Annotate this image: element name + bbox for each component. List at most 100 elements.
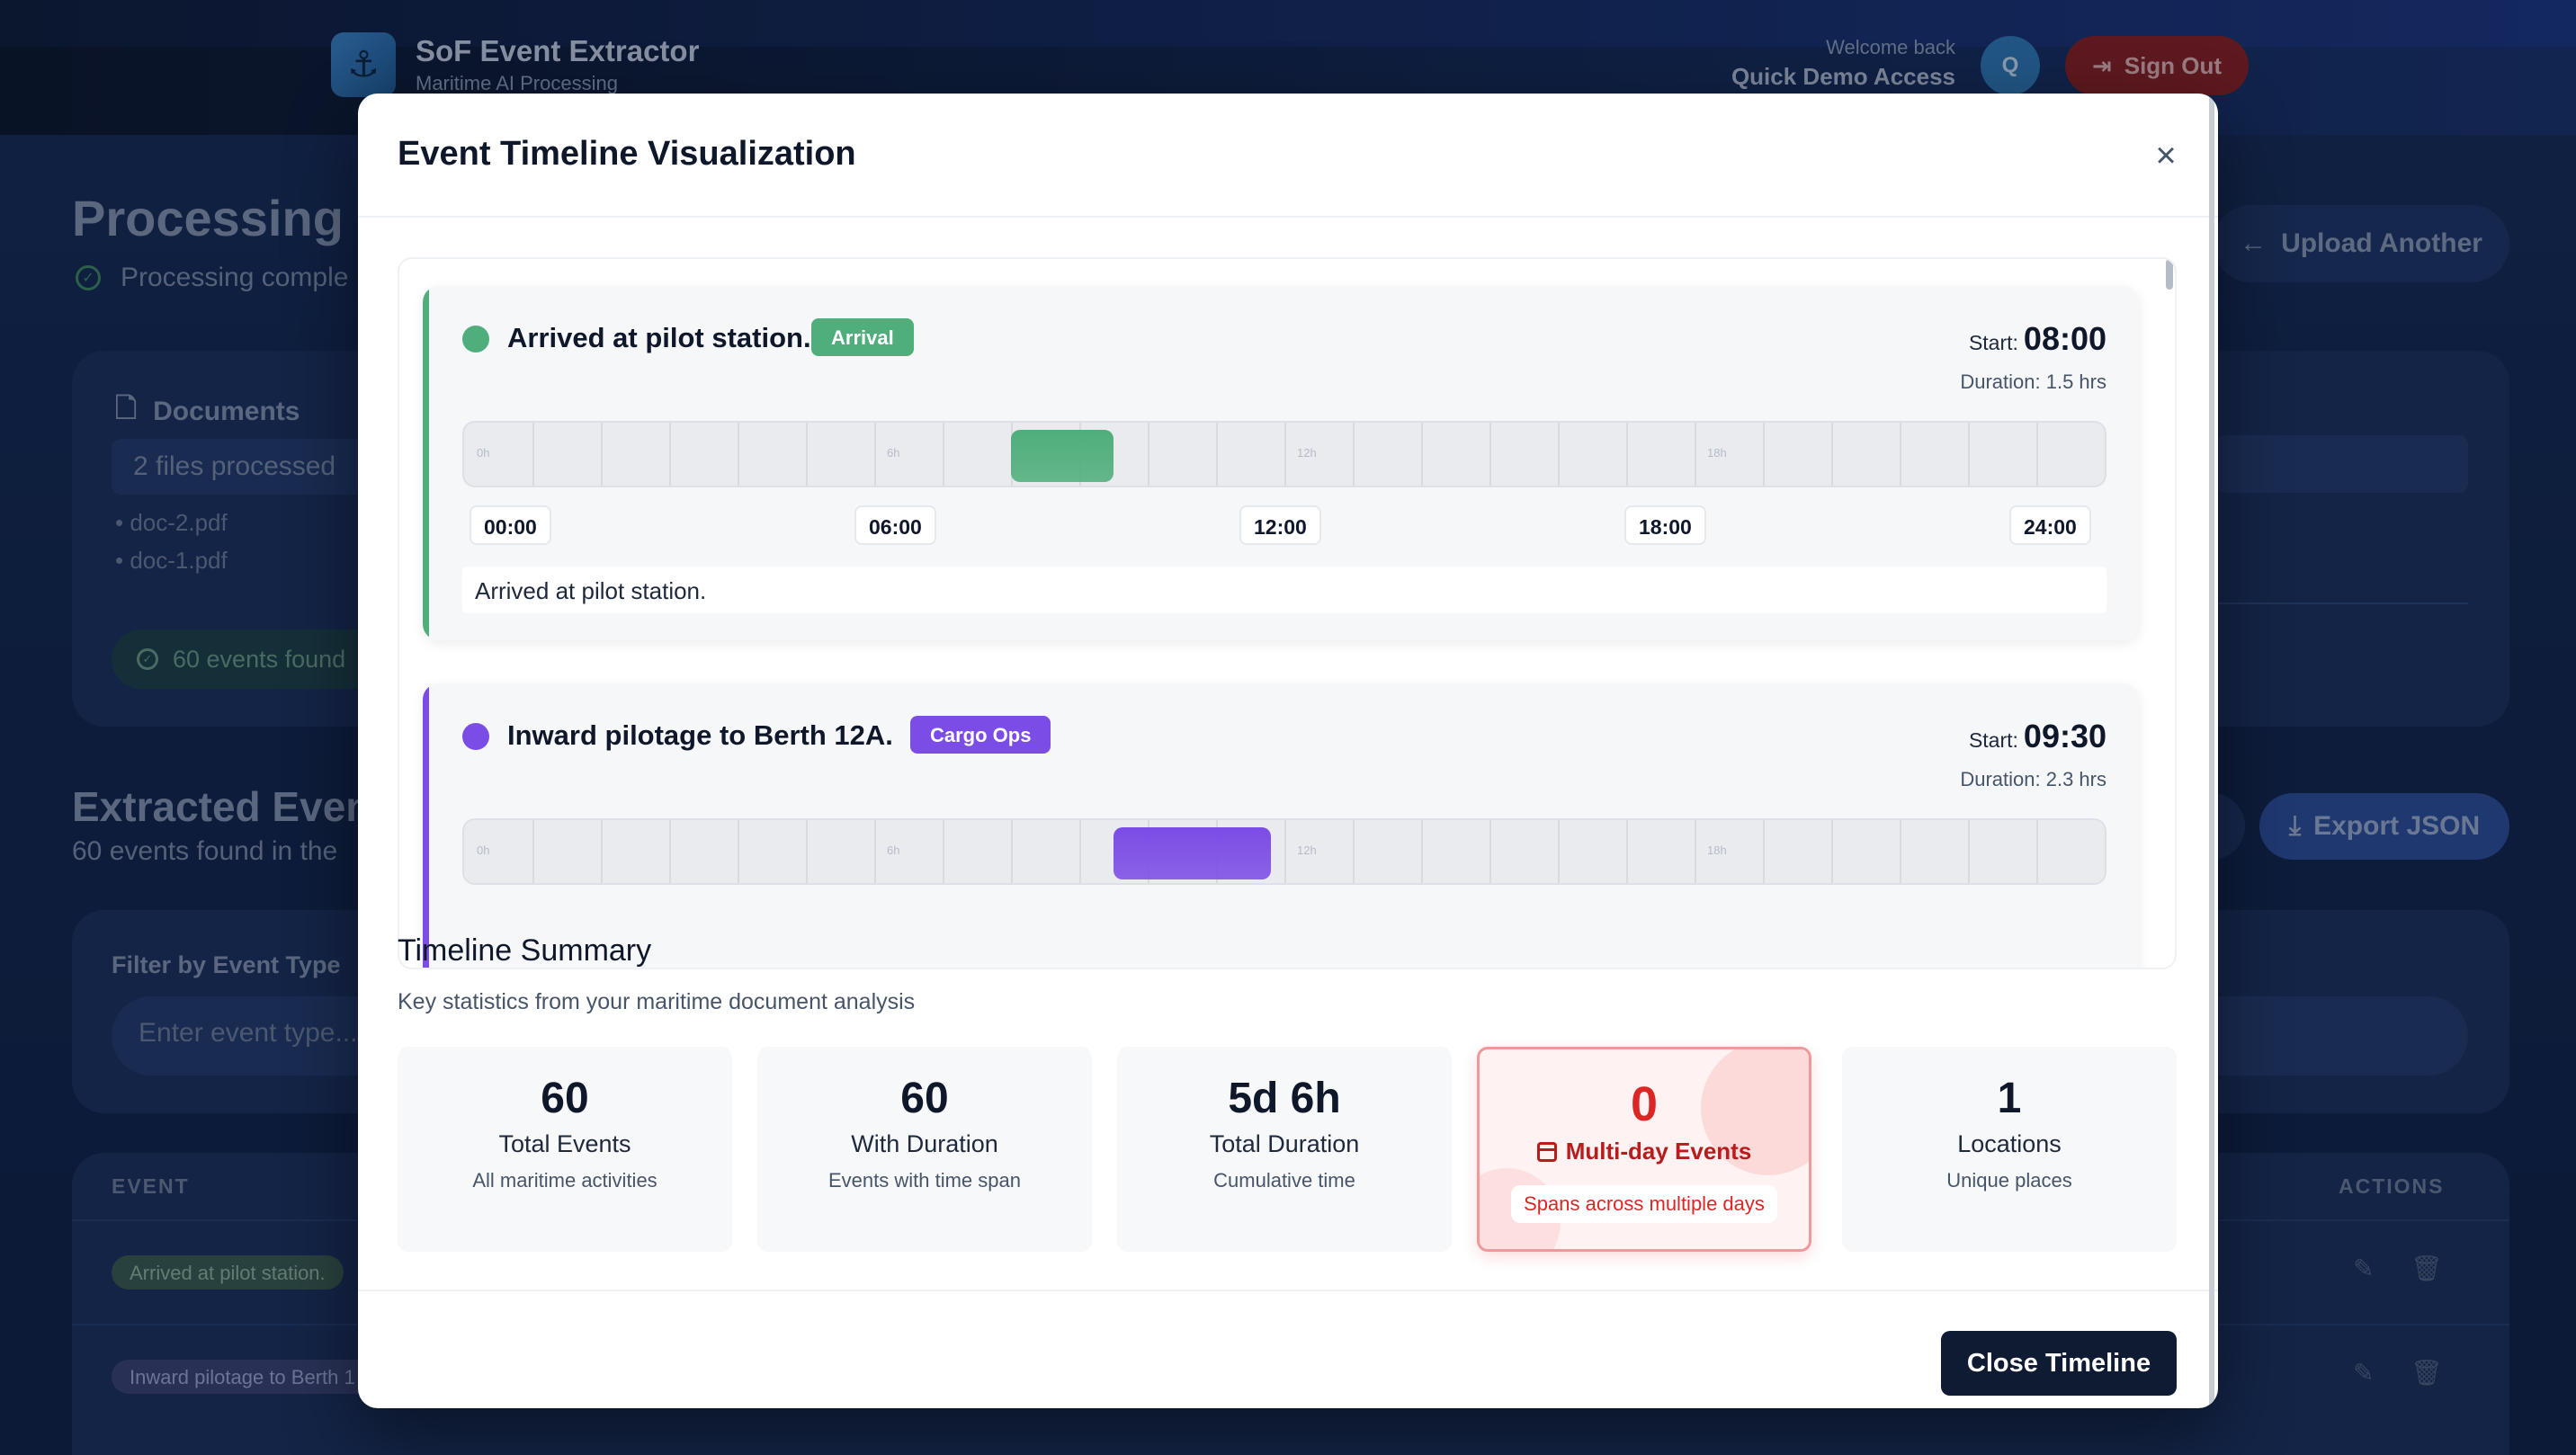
- hour-cell: [1489, 423, 1558, 486]
- hour-cell: [1695, 423, 1763, 486]
- hour-cell: [1558, 820, 1626, 883]
- hour-cell: [601, 423, 669, 486]
- hour-cell: [1353, 820, 1421, 883]
- event-duration: Duration: 1.5 hrs: [1960, 370, 2106, 393]
- event-dot: [462, 326, 489, 353]
- hour-cell: [943, 423, 1011, 486]
- hour-cell: [1695, 820, 1763, 883]
- timeline-track: 0h 6h 12h 18h: [462, 421, 2106, 487]
- time-ticks: 00:00 06:00 12:00 18:00 24:00: [462, 505, 2106, 550]
- hour-cell: [2036, 423, 2105, 486]
- stat-value: 1: [1997, 1075, 2022, 1122]
- hour-cell: [464, 423, 532, 486]
- hour-cell: [1489, 820, 1558, 883]
- hour-cell: [669, 820, 738, 883]
- hour-cell: [943, 820, 1011, 883]
- stat-card-total-duration: 5d 6h Total Duration Cumulative time: [1117, 1047, 1452, 1252]
- hour-label: 0h: [477, 844, 490, 857]
- timeline-event-card: Inward pilotage to Berth 12A. Cargo Ops …: [423, 683, 2139, 968]
- hour-label: 6h: [887, 446, 900, 460]
- stat-card-with-duration: 60 With Duration Events with time span: [757, 1047, 1092, 1252]
- hour-label: 6h: [887, 844, 900, 857]
- hour-cell: [2036, 820, 2105, 883]
- hour-cell: [532, 423, 601, 486]
- hour-cell: [1831, 423, 1900, 486]
- stat-name: Total Events: [498, 1130, 631, 1157]
- hour-cell: [1284, 820, 1353, 883]
- hour-cell: [738, 820, 806, 883]
- start-label: Start:: [1968, 728, 2018, 752]
- time-tick-label: 00:00: [470, 505, 551, 545]
- hour-cell: [1216, 423, 1284, 486]
- hour-cell: [601, 820, 669, 883]
- modal-title: Event Timeline Visualization: [398, 135, 856, 173]
- close-icon[interactable]: ×: [2150, 138, 2182, 174]
- hour-cell: [1831, 820, 1900, 883]
- stat-description: Spans across multiple days: [1511, 1185, 1777, 1223]
- hour-cell: [1626, 820, 1695, 883]
- event-duration: Duration: 2.3 hrs: [1960, 768, 2106, 790]
- event-accent: [423, 286, 429, 640]
- time-tick-label: 12:00: [1239, 505, 1321, 545]
- stat-value: 60: [900, 1075, 949, 1122]
- timeline-event-card: Arrived at pilot station. Arrival Start:…: [423, 286, 2139, 640]
- hour-cell: [874, 820, 943, 883]
- event-dot: [462, 723, 489, 750]
- hour-cell: [1558, 423, 1626, 486]
- hour-cell: [1763, 820, 1831, 883]
- modal-scrollbar[interactable]: [2209, 94, 2214, 1408]
- stat-name: Multi-day Events: [1565, 1138, 1752, 1165]
- hour-cell: [669, 423, 738, 486]
- stat-name: Total Duration: [1209, 1130, 1360, 1157]
- timeline-summary-subtitle: Key statistics from your maritime docume…: [398, 989, 916, 1014]
- stat-value: 0: [1630, 1077, 1659, 1131]
- hour-label: 18h: [1707, 446, 1727, 460]
- event-duration-bar[interactable]: [1011, 430, 1114, 482]
- stat-description: Cumulative time: [1213, 1169, 1355, 1192]
- hour-cell: [1011, 820, 1079, 883]
- stat-value: 5d 6h: [1228, 1075, 1341, 1122]
- event-duration-bar[interactable]: [1114, 827, 1271, 879]
- stat-description: Events with time span: [828, 1169, 1021, 1192]
- hour-cell: [874, 423, 943, 486]
- event-description: Arrived at pilot station.: [462, 567, 2106, 613]
- event-accent: [423, 683, 429, 968]
- hour-cell: [1421, 820, 1489, 883]
- hour-label: 12h: [1297, 844, 1317, 857]
- stat-card-multi-day-events: 0 Multi-day Events Spans across multiple…: [1477, 1047, 1811, 1252]
- modal-header: Event Timeline Visualization ×: [358, 94, 2218, 218]
- close-timeline-button[interactable]: Close Timeline: [1941, 1331, 2177, 1396]
- hour-cell: [806, 820, 874, 883]
- start-label: Start:: [1968, 331, 2018, 354]
- start-time: 09:30: [2023, 718, 2106, 754]
- event-title: Arrived at pilot station.: [507, 322, 811, 353]
- event-title: Inward pilotage to Berth 12A.: [507, 719, 893, 751]
- event-start: Start: 08:00: [1969, 320, 2106, 358]
- stat-card-locations: 1 Locations Unique places: [1842, 1047, 2177, 1252]
- stat-name: With Duration: [851, 1130, 998, 1157]
- hour-cell: [738, 423, 806, 486]
- hour-cell: [1900, 423, 1968, 486]
- hour-label: 18h: [1707, 844, 1727, 857]
- stat-description: Unique places: [1946, 1169, 2072, 1192]
- event-start: Start: 09:30: [1969, 718, 2106, 755]
- stat-value: 60: [541, 1075, 589, 1122]
- hour-cell: [1968, 423, 2036, 486]
- timeline-scroll-area[interactable]: Arrived at pilot station. Arrival Start:…: [398, 257, 2177, 969]
- hour-cell: [1284, 423, 1353, 486]
- event-type-badge: Arrival: [811, 318, 914, 356]
- hour-cell: [1763, 423, 1831, 486]
- hour-cell: [1353, 423, 1421, 486]
- hour-label: 12h: [1297, 446, 1317, 460]
- timeline-track: 0h 6h 12h 18h: [462, 818, 2106, 885]
- stat-card-total-events: 60 Total Events All maritime activities: [398, 1047, 732, 1252]
- time-tick-label: 24:00: [2009, 505, 2091, 545]
- hour-cell: [806, 423, 874, 486]
- hour-label: 0h: [477, 446, 490, 460]
- hour-cell: [1626, 423, 1695, 486]
- hour-cell: [1900, 820, 1968, 883]
- stat-name-row: Multi-day Events: [1480, 1138, 1809, 1165]
- time-tick-label: 06:00: [854, 505, 936, 545]
- timeline-scrollbar[interactable]: [2166, 259, 2173, 290]
- hour-cell: [1148, 423, 1216, 486]
